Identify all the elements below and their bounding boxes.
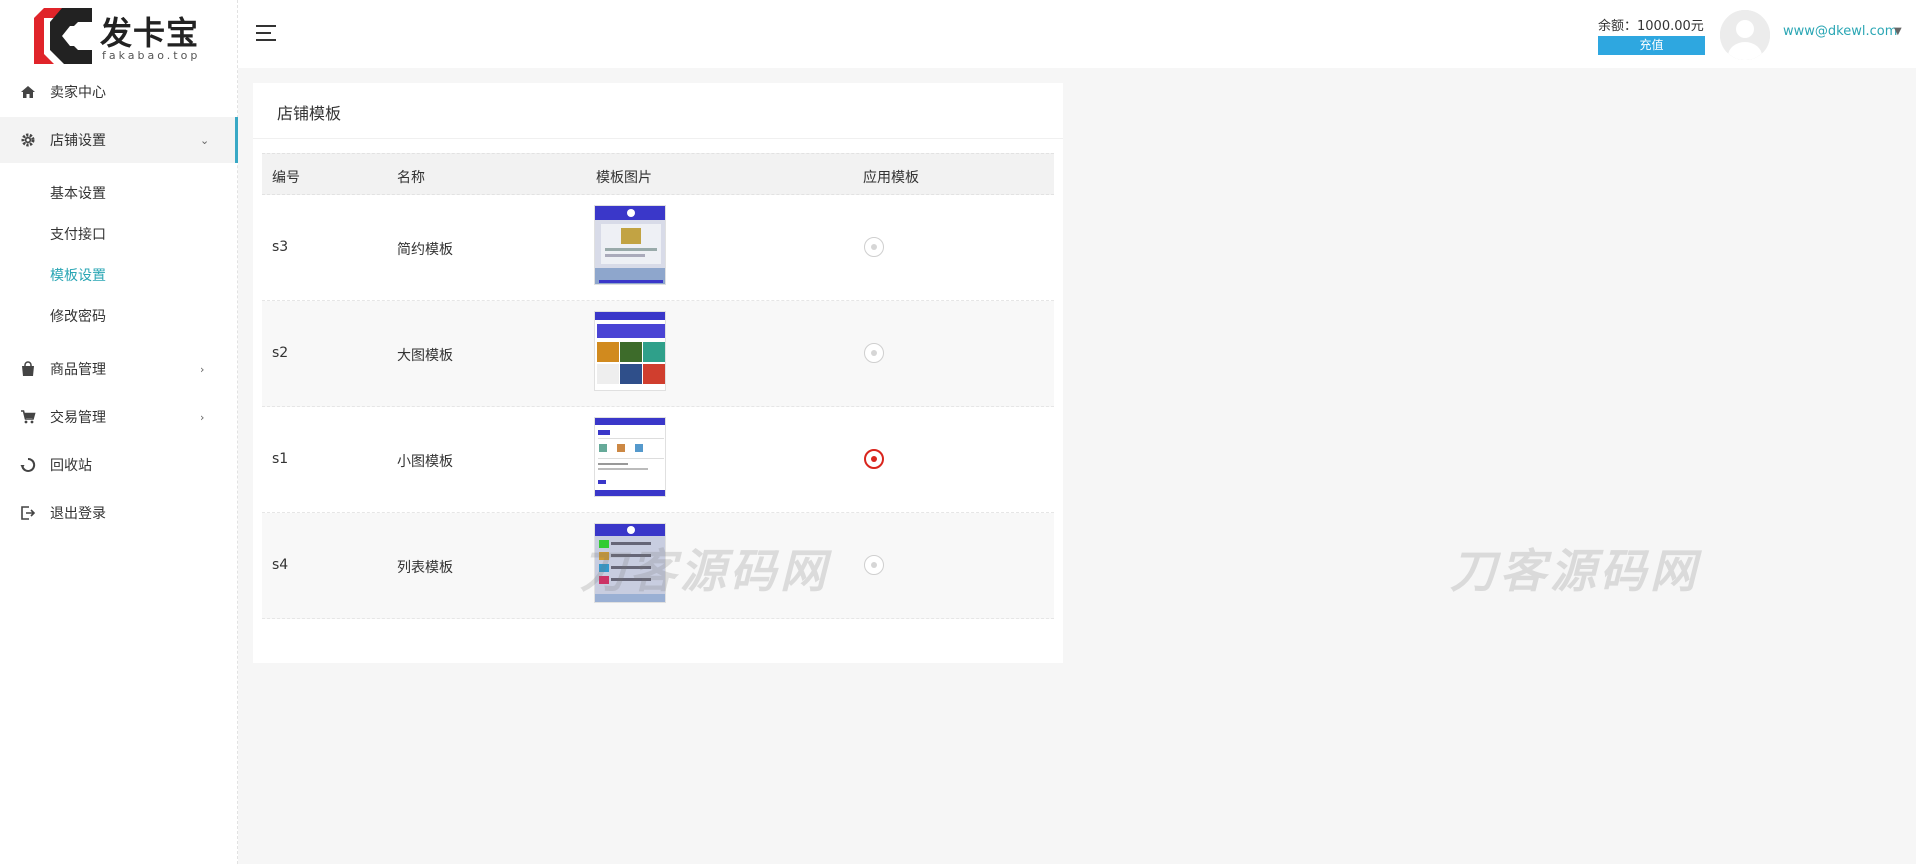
template-name: 小图模板 [397, 454, 453, 470]
template-thumbnail[interactable] [594, 311, 666, 391]
template-id: s3 [272, 239, 289, 255]
user-avatar-icon [1720, 10, 1770, 60]
template-id: s2 [272, 345, 289, 361]
card-title: 店铺模板 [277, 104, 342, 123]
menu-toggle-icon[interactable] [256, 25, 276, 41]
sidebar-item-label: 店铺设置 [50, 133, 106, 149]
logo-subtext: fakabao.top [102, 49, 201, 62]
sidebar-subitem-payment[interactable]: 支付接口 [50, 224, 106, 250]
user-email-link[interactable]: www@dkewl.com [1783, 24, 1897, 39]
sidebar-item-logout[interactable]: 退出登录 [0, 490, 238, 536]
logo: 发卡宝 fakabao.top [0, 0, 237, 68]
template-name: 大图模板 [397, 348, 453, 364]
column-header-image: 模板图片 [596, 170, 652, 186]
sidebar-item-trade[interactable]: 交易管理 › [0, 394, 238, 440]
table-row: s1 小图模板 [262, 407, 1054, 513]
template-name: 简约模板 [397, 242, 453, 258]
chevron-right-icon: › [200, 362, 205, 376]
logo-mark-icon [34, 8, 92, 64]
chevron-right-icon: › [200, 410, 205, 424]
cart-icon [21, 410, 36, 424]
watermark-text: 刀客源码网 [580, 544, 830, 598]
template-id: s4 [272, 557, 289, 573]
table-row: s2 大图模板 [262, 301, 1054, 407]
apply-template-radio[interactable] [864, 555, 884, 575]
column-header-name: 名称 [397, 170, 425, 186]
apply-template-radio[interactable] [864, 449, 884, 469]
template-id: s1 [272, 451, 289, 467]
balance-text: 余额：1000.00元 [1598, 19, 1704, 34]
template-thumbnail[interactable] [594, 205, 666, 285]
column-header-id: 编号 [272, 170, 300, 186]
chevron-down-icon: ⌄ [200, 133, 210, 147]
sidebar-item-seller-center[interactable]: 卖家中心 [0, 69, 238, 115]
sidebar-item-store-settings[interactable]: 店铺设置 ⌄ [0, 117, 238, 163]
bag-icon [22, 361, 34, 376]
recycle-icon [20, 457, 36, 472]
template-name: 列表模板 [397, 560, 453, 576]
sidebar-item-recycle-bin[interactable]: 回收站 [0, 442, 238, 488]
sidebar-item-label: 退出登录 [50, 506, 106, 522]
sidebar-subitem-change-password[interactable]: 修改密码 [50, 306, 106, 332]
sidebar-item-label: 回收站 [50, 458, 92, 474]
caret-down-icon[interactable]: ▼ [1894, 26, 1902, 37]
sidebar-subitem-basic-settings[interactable]: 基本设置 [50, 183, 106, 209]
sidebar: 发卡宝 fakabao.top 卖家中心 店铺设置 ⌄ 基本设置 支付接口 模板… [0, 0, 238, 864]
table-header: 编号 名称 模板图片 应用模板 [262, 153, 1054, 195]
apply-template-radio[interactable] [864, 237, 884, 257]
divider [253, 138, 1063, 139]
table-row: s3 简约模板 [262, 195, 1054, 301]
home-icon [21, 86, 35, 98]
avatar[interactable] [1720, 10, 1770, 60]
logo-text: 发卡宝 [100, 14, 200, 52]
sidebar-item-label: 交易管理 [50, 410, 106, 426]
sidebar-item-label: 商品管理 [50, 362, 106, 378]
gear-icon [21, 133, 35, 147]
watermark-text: 刀客源码网 [1450, 544, 1700, 598]
sidebar-subitem-template-settings[interactable]: 模板设置 [50, 265, 106, 291]
top-header: 余额：1000.00元 充值 www@dkewl.com ▼ [238, 0, 1916, 68]
logout-icon [21, 506, 36, 520]
template-thumbnail[interactable] [594, 417, 666, 497]
sidebar-item-label: 卖家中心 [50, 85, 106, 101]
recharge-button[interactable]: 充值 [1598, 36, 1705, 55]
sidebar-item-goods[interactable]: 商品管理 › [0, 346, 238, 392]
column-header-apply: 应用模板 [863, 170, 919, 186]
apply-template-radio[interactable] [864, 343, 884, 363]
